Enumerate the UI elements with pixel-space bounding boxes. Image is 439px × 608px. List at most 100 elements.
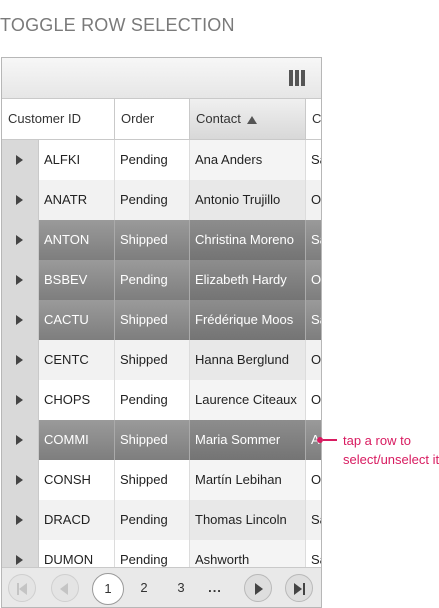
next-page-button[interactable] — [244, 574, 272, 602]
row-indicator[interactable] — [2, 540, 39, 568]
table-row[interactable]: CONSH Shipped Martín Lebihan O — [2, 460, 321, 500]
expand-arrow-icon — [16, 315, 23, 325]
expand-arrow-icon — [16, 475, 23, 485]
expand-arrow-icon — [16, 155, 23, 165]
table-row[interactable]: ANTONShippedChristina MorenoSa — [2, 220, 321, 260]
cell-country: Sa — [306, 220, 321, 260]
grid-rows: ALFKIPendingAna AndersSaANATRPendingAnto… — [2, 140, 321, 568]
cell-order: Pending — [115, 180, 190, 220]
column-chooser-icon[interactable] — [289, 70, 305, 86]
cell-country: O — [306, 460, 321, 500]
row-indicator[interactable] — [2, 420, 39, 460]
cell-customer-id: DRACD — [39, 500, 115, 540]
sort-ascending-icon — [246, 116, 257, 124]
table-row[interactable]: CACTUShippedFrédérique MoosSa — [2, 300, 321, 340]
cell-order: Shipped — [115, 420, 190, 460]
cell-country: O — [306, 340, 321, 380]
column-header-customer-id[interactable]: Customer ID — [2, 99, 115, 139]
expand-arrow-icon — [16, 275, 23, 285]
data-grid: Customer ID Order Contact Co ALFKIPendin… — [1, 57, 322, 608]
table-row[interactable]: CENTC Shipped Hanna Berglund O — [2, 340, 321, 380]
cell-order: Shipped — [115, 300, 190, 340]
grid-toolbar — [2, 58, 321, 99]
cell-contact: Martín Lebihan — [190, 460, 306, 500]
table-row[interactable]: DRACDPendingThomas LincolnSa — [2, 500, 321, 540]
page-3-button[interactable]: 3 — [166, 574, 196, 602]
first-page-icon — [19, 583, 27, 595]
page-1-button[interactable]: 1 — [92, 573, 124, 605]
expand-arrow-icon — [16, 235, 23, 245]
cell-order: Pending — [115, 380, 190, 420]
table-row[interactable]: ALFKIPendingAna AndersSa — [2, 140, 321, 180]
cell-country: Sa — [306, 300, 321, 340]
column-header-country[interactable]: Co — [306, 99, 322, 139]
expand-arrow-icon — [16, 515, 23, 525]
last-page-button[interactable] — [285, 574, 313, 602]
cell-country: O — [306, 260, 321, 300]
grid-header: Customer ID Order Contact Co — [2, 99, 321, 140]
cell-customer-id: CACTU — [39, 300, 115, 340]
annotation-text: tap a row to select/unselect it — [343, 431, 439, 469]
previous-page-button[interactable] — [51, 574, 79, 602]
expand-arrow-icon — [16, 435, 23, 445]
cell-customer-id: ALFKI — [39, 140, 115, 180]
cell-country: Sa — [306, 500, 321, 540]
row-indicator[interactable] — [2, 260, 39, 300]
column-header-label: Order — [121, 111, 155, 126]
column-header-order[interactable]: Order — [115, 99, 190, 139]
row-indicator[interactable] — [2, 380, 39, 420]
first-page-button[interactable] — [8, 574, 36, 602]
cell-contact: Antonio Trujillo — [190, 180, 306, 220]
page-2-button[interactable]: 2 — [129, 574, 159, 602]
cell-order: Shipped — [115, 220, 190, 260]
annotation-line — [323, 439, 337, 441]
cell-customer-id: ANATR — [39, 180, 115, 220]
last-page-icon — [294, 583, 302, 595]
table-row[interactable]: BSBEV Pending Elizabeth Hardy O — [2, 260, 321, 300]
expand-arrow-icon — [16, 195, 23, 205]
row-indicator[interactable] — [2, 180, 39, 220]
pager: 1 2 3 ... — [2, 567, 321, 607]
previous-page-icon — [60, 583, 68, 595]
cell-order: Pending — [115, 140, 190, 180]
row-indicator[interactable] — [2, 460, 39, 500]
table-row[interactable]: COMMI Shipped Maria Sommer A — [2, 420, 321, 460]
column-header-contact[interactable]: Contact — [190, 99, 306, 139]
cell-order: Shipped — [115, 460, 190, 500]
cell-order: Pending — [115, 260, 190, 300]
table-row[interactable]: DUMONPendingAshworthSa — [2, 540, 321, 568]
cell-contact: Ashworth — [190, 540, 306, 568]
table-row[interactable]: ANATR Pending Antonio Trujillo O — [2, 180, 321, 220]
cell-customer-id: CHOPS — [39, 380, 115, 420]
row-indicator[interactable] — [2, 140, 39, 180]
cell-customer-id: CENTC — [39, 340, 115, 380]
annotation-line-1: tap a row to — [343, 433, 411, 448]
next-page-icon — [255, 583, 263, 595]
cell-order: Pending — [115, 540, 190, 568]
row-indicator[interactable] — [2, 340, 39, 380]
cell-country: Sa — [306, 540, 321, 568]
more-pages-button[interactable]: ... — [200, 574, 230, 602]
cell-contact: Hanna Berglund — [190, 340, 306, 380]
cell-order: Pending — [115, 500, 190, 540]
cell-contact: Elizabeth Hardy — [190, 260, 306, 300]
cell-customer-id: ANTON — [39, 220, 115, 260]
cell-country: Sa — [306, 140, 321, 180]
page-title: TOGGLE ROW SELECTION — [0, 15, 235, 35]
row-indicator[interactable] — [2, 220, 39, 260]
cell-customer-id: COMMI — [39, 420, 115, 460]
row-indicator[interactable] — [2, 300, 39, 340]
cell-customer-id: BSBEV — [39, 260, 115, 300]
table-row[interactable]: CHOPS Pending Laurence Citeaux O — [2, 380, 321, 420]
cell-customer-id: DUMON — [39, 540, 115, 568]
annotation-line-2: select/unselect it — [343, 452, 439, 467]
cell-contact: Christina Moreno — [190, 220, 306, 260]
column-header-label: Contact — [196, 111, 241, 126]
row-indicator[interactable] — [2, 500, 39, 540]
cell-contact: Laurence Citeaux — [190, 380, 306, 420]
expand-arrow-icon — [16, 555, 23, 565]
cell-contact: Maria Sommer — [190, 420, 306, 460]
column-header-label: Co — [312, 111, 322, 126]
cell-contact: Ana Anders — [190, 140, 306, 180]
cell-order: Shipped — [115, 340, 190, 380]
